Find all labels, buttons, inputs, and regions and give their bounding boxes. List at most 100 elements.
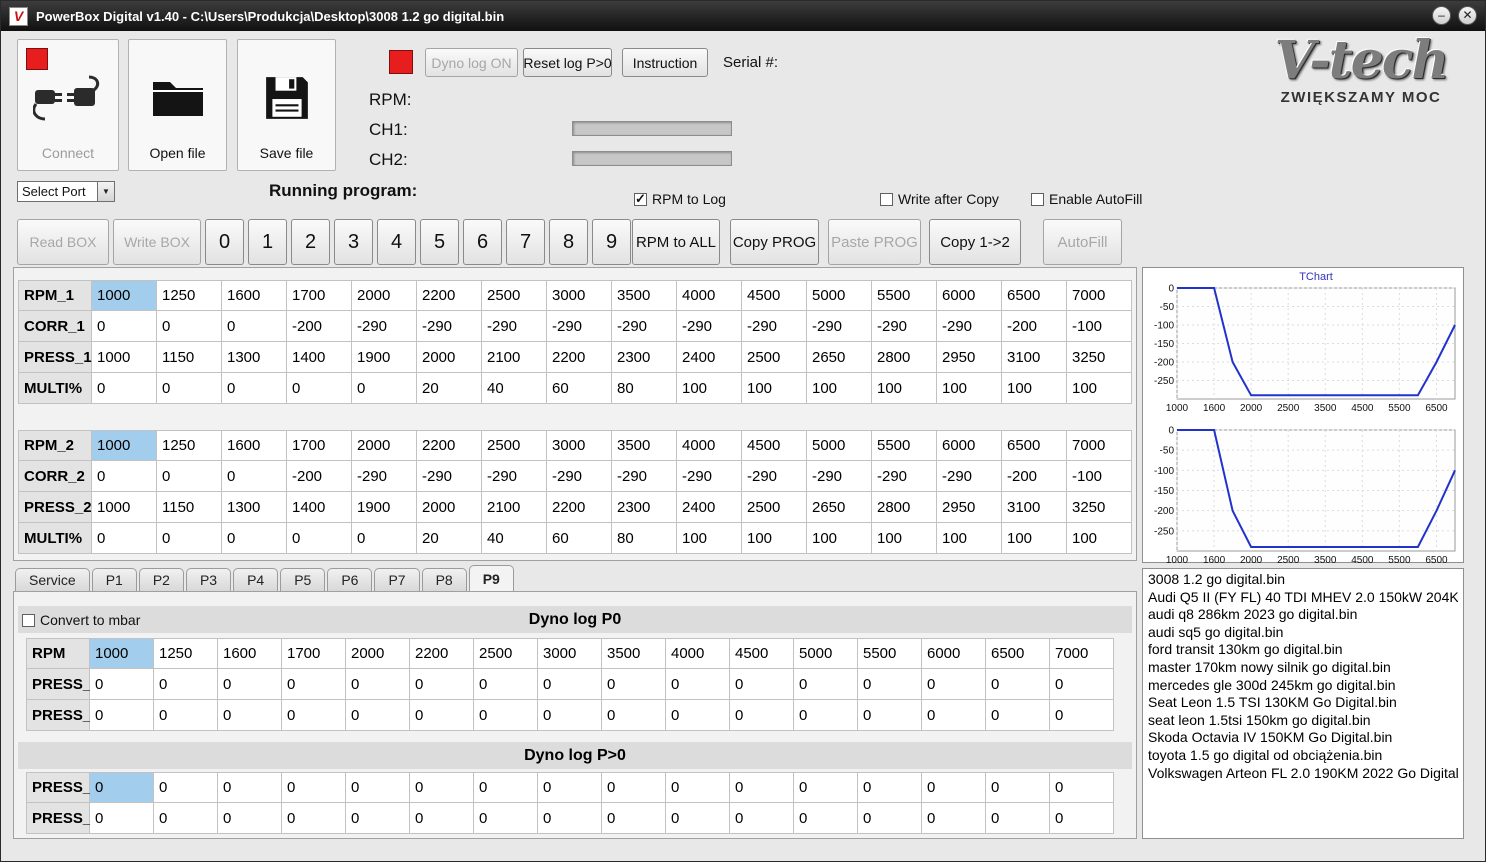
table-cell[interactable]: 100 [807, 373, 872, 404]
table-cell[interactable]: 2300 [612, 342, 677, 373]
table-cell[interactable]: 0 [1050, 700, 1114, 731]
table-cell[interactable]: 7000 [1067, 430, 1132, 461]
table-cell[interactable]: 0 [154, 772, 218, 803]
table-cell[interactable]: 0 [346, 803, 410, 834]
table-cell[interactable]: 0 [474, 700, 538, 731]
digit-button-5[interactable]: 5 [420, 219, 459, 265]
table-cell[interactable]: 0 [154, 700, 218, 731]
table-cell[interactable]: 4000 [677, 280, 742, 311]
table-cell[interactable]: 6500 [1002, 430, 1067, 461]
table-cell[interactable]: 0 [986, 669, 1050, 700]
table-cell[interactable]: -290 [547, 461, 612, 492]
table-cell[interactable]: 5500 [858, 638, 922, 669]
table-cell[interactable]: 0 [730, 772, 794, 803]
table-cell[interactable]: 1300 [222, 492, 287, 523]
digit-button-9[interactable]: 9 [592, 219, 631, 265]
table-cell[interactable]: 0 [922, 669, 986, 700]
table-cell[interactable]: 0 [858, 803, 922, 834]
table-cell[interactable]: 1600 [222, 430, 287, 461]
table-cell[interactable]: 2200 [417, 430, 482, 461]
copy-prog-button[interactable]: Copy PROG [730, 219, 819, 265]
table-cell[interactable]: 0 [92, 373, 157, 404]
table-cell[interactable]: 1600 [222, 280, 287, 311]
digit-button-1[interactable]: 1 [248, 219, 287, 265]
table-cell[interactable]: 80 [612, 373, 677, 404]
table-cell[interactable]: 20 [417, 523, 482, 554]
file-item-audi-q5-ii-fy-fl-40-tdi-mhev-2-0-150kw-204km-[interactable]: Audi Q5 II (FY FL) 40 TDI MHEV 2.0 150kW… [1148, 589, 1458, 607]
table-cell[interactable]: 0 [858, 772, 922, 803]
file-item-seat-leon-1-5tsi-150km-go-digital-bin[interactable]: seat leon 1.5tsi 150km go digital.bin [1148, 712, 1458, 730]
table-cell[interactable]: -290 [937, 311, 1002, 342]
table-cell[interactable]: 0 [986, 803, 1050, 834]
table-cell[interactable]: -290 [677, 311, 742, 342]
tab-p2[interactable]: P2 [138, 568, 184, 591]
minimize-button[interactable]: – [1432, 6, 1451, 25]
table-cell[interactable]: 40 [482, 523, 547, 554]
table-cell[interactable]: 0 [282, 669, 346, 700]
table-cell[interactable]: 5000 [794, 638, 858, 669]
table-cell[interactable]: 100 [937, 523, 1002, 554]
table-cell[interactable]: 0 [218, 669, 282, 700]
table-cell[interactable]: 0 [282, 803, 346, 834]
table-cell[interactable]: -290 [872, 311, 937, 342]
table-cell[interactable]: 1900 [352, 492, 417, 523]
table-cell[interactable]: 1900 [352, 342, 417, 373]
table-cell[interactable]: 0 [90, 772, 154, 803]
table-cell[interactable]: 1700 [287, 280, 352, 311]
table-cell[interactable]: 2400 [677, 342, 742, 373]
connect-button[interactable]: Connect [17, 39, 119, 171]
table-cell[interactable]: 3500 [602, 638, 666, 669]
table-cell[interactable]: 4500 [742, 280, 807, 311]
tab-p3[interactable]: P3 [185, 568, 232, 591]
table-cell[interactable]: 1600 [218, 638, 282, 669]
table-cell[interactable]: -290 [482, 461, 547, 492]
table-cell[interactable]: 0 [986, 772, 1050, 803]
table-cell[interactable]: 0 [986, 700, 1050, 731]
table-cell[interactable]: 1250 [157, 280, 222, 311]
reset-log-button[interactable]: Reset log P>0 [523, 48, 612, 77]
table-cell[interactable]: -100 [1067, 461, 1132, 492]
table-cell[interactable]: -290 [417, 461, 482, 492]
table-cell[interactable]: -290 [937, 461, 1002, 492]
open-file-button[interactable]: Open file [128, 39, 227, 171]
table-cell[interactable]: 1300 [222, 342, 287, 373]
table-cell[interactable]: 0 [922, 803, 986, 834]
table-cell[interactable]: 5500 [872, 430, 937, 461]
table-cell[interactable]: 7000 [1050, 638, 1114, 669]
file-item-master-170km-nowy-silnik-go-digital-bin[interactable]: master 170km nowy silnik go digital.bin [1148, 659, 1458, 677]
read-box-button[interactable]: Read BOX [17, 219, 109, 265]
table-cell[interactable]: 0 [287, 523, 352, 554]
table-cell[interactable]: 0 [474, 669, 538, 700]
table-cell[interactable]: 0 [666, 700, 730, 731]
table-cell[interactable]: 4500 [730, 638, 794, 669]
table-cell[interactable]: 1400 [287, 492, 352, 523]
table-cell[interactable]: 0 [287, 373, 352, 404]
table-cell[interactable]: -200 [287, 311, 352, 342]
table-cell[interactable]: 2650 [807, 492, 872, 523]
table-cell[interactable]: -200 [287, 461, 352, 492]
table-cell[interactable]: 6000 [937, 280, 1002, 311]
table-cell[interactable]: 1250 [154, 638, 218, 669]
table-cell[interactable]: 0 [352, 523, 417, 554]
table-cell[interactable]: 0 [222, 461, 287, 492]
table-cell[interactable]: 0 [410, 669, 474, 700]
table-cell[interactable]: 3500 [612, 430, 677, 461]
table-cell[interactable]: 100 [807, 523, 872, 554]
table-cell[interactable]: 6500 [1002, 280, 1067, 311]
table-cell[interactable]: 3500 [612, 280, 677, 311]
table-cell[interactable]: 0 [410, 803, 474, 834]
table-cell[interactable]: -290 [547, 311, 612, 342]
table-cell[interactable]: 2000 [417, 342, 482, 373]
table-cell[interactable]: -200 [1002, 461, 1067, 492]
table-cell[interactable]: 2500 [742, 342, 807, 373]
table-cell[interactable]: 0 [154, 669, 218, 700]
table-cell[interactable]: 0 [794, 772, 858, 803]
table-cell[interactable]: 0 [157, 523, 222, 554]
table-cell[interactable]: 0 [538, 803, 602, 834]
tab-p7[interactable]: P7 [374, 568, 420, 591]
digit-button-7[interactable]: 7 [506, 219, 545, 265]
table-cell[interactable]: 100 [1002, 523, 1067, 554]
table-cell[interactable]: 2500 [474, 638, 538, 669]
table-cell[interactable]: 100 [872, 373, 937, 404]
table-cell[interactable]: 2800 [872, 342, 937, 373]
